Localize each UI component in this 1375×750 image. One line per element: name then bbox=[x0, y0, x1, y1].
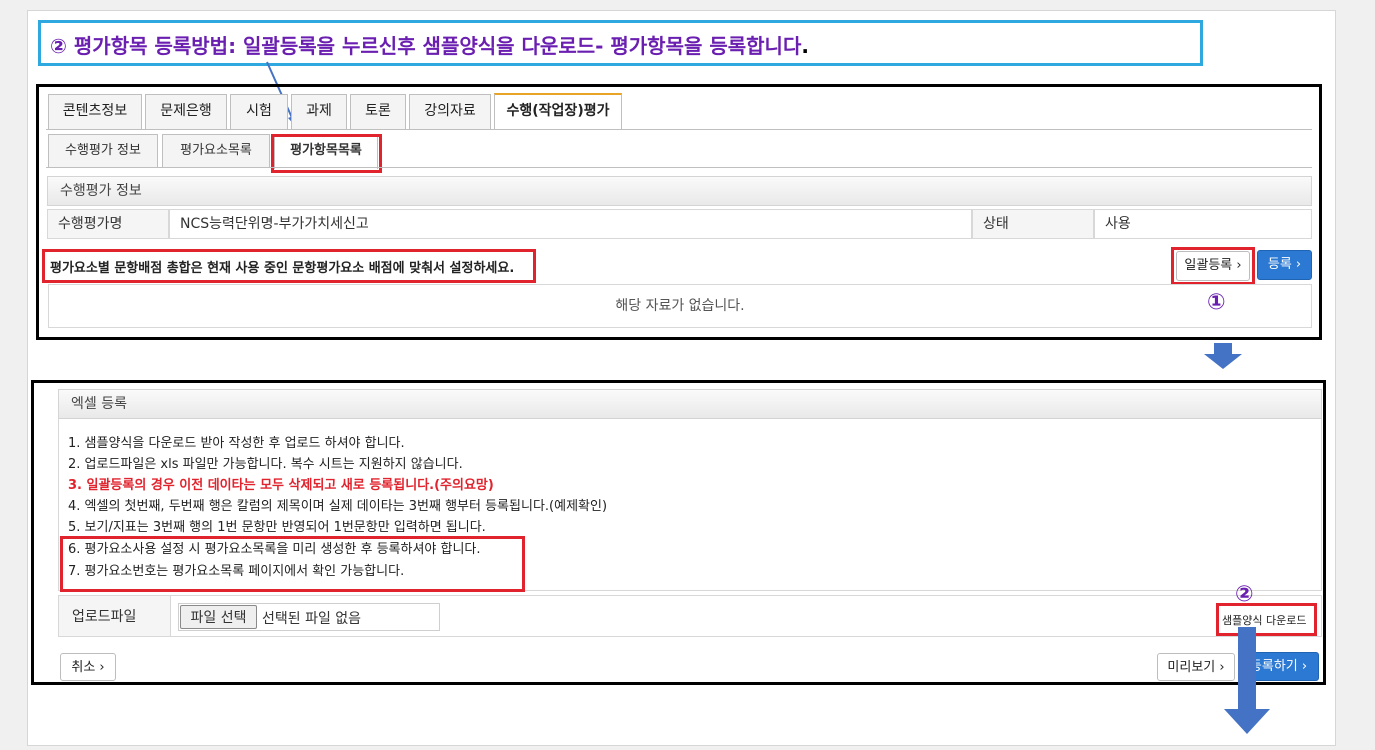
subtab-element-list[interactable]: 평가요소목록 bbox=[162, 134, 270, 168]
callout-message: 평가항목 등록방법: 일괄등록을 누르신후 샘플양식을 다운로드- 평가항목을 … bbox=[73, 34, 802, 58]
flow-down-arrow-long bbox=[1224, 627, 1270, 734]
tab-content-info[interactable]: 콘텐츠정보 bbox=[48, 94, 142, 129]
tab-question-bank[interactable]: 문제은행 bbox=[145, 94, 227, 129]
evaluation-name-value: NCS능력단위명-부가가치세신고 bbox=[169, 209, 972, 239]
evaluation-name-label: 수행평가명 bbox=[47, 209, 169, 239]
tab-lecture-materials[interactable]: 강의자료 bbox=[409, 94, 491, 129]
subtab-underline bbox=[46, 167, 1312, 168]
instruction-callout-text: ② 평가항목 등록방법: 일괄등록을 누르신후 샘플양식을 다운로드- 평가항목… bbox=[50, 30, 809, 59]
guide-line-5: 5. 보기/지표는 3번째 행의 1번 문항만 반영되어 1번문항만 입력하면 … bbox=[68, 520, 486, 535]
highlight-notice bbox=[42, 249, 536, 283]
excel-register-header: 엑셀 등록 bbox=[58, 389, 1322, 419]
tab-assignment[interactable]: 과제 bbox=[291, 94, 347, 129]
upload-file-label: 업로드파일 bbox=[72, 609, 137, 625]
highlight-guides-6-7 bbox=[60, 536, 525, 592]
guide-line-4: 4. 엑셀의 첫번째, 두번째 행은 칼럼의 제목이며 실제 데이타는 3번째 … bbox=[68, 499, 608, 514]
guide-line-3-warning: 3. 일괄등록의 경우 이전 데이타는 모두 삭제되고 새로 등록됩니다.(주의… bbox=[68, 478, 494, 493]
callout-circle-number: ② bbox=[50, 34, 67, 58]
highlight-bulk-register bbox=[1171, 247, 1255, 285]
step-marker-one: ① bbox=[1207, 290, 1226, 315]
tab-performance-evaluation[interactable]: 수행(작업장)평가 bbox=[494, 93, 622, 129]
status-label: 상태 bbox=[972, 209, 1094, 239]
register-button[interactable]: 등록 › bbox=[1257, 250, 1312, 280]
callout-period: . bbox=[801, 34, 809, 58]
guide-line-1: 1. 샘플양식을 다운로드 받아 작성한 후 업로드 하셔야 합니다. bbox=[68, 436, 405, 451]
tab-underline bbox=[46, 129, 1312, 130]
status-value: 사용 bbox=[1094, 209, 1312, 239]
cancel-button[interactable]: 취소 › bbox=[60, 653, 116, 681]
file-status-text: 선택된 파일 없음 bbox=[262, 611, 362, 627]
choose-file-button[interactable]: 파일 선택 bbox=[180, 605, 257, 629]
tab-discussion[interactable]: 토론 bbox=[350, 94, 406, 129]
flow-down-arrow bbox=[1204, 343, 1242, 369]
guide-line-2: 2. 업로드파일은 xls 파일만 가능합니다. 복수 시트는 지원하지 않습니… bbox=[68, 457, 463, 472]
tab-exam[interactable]: 시험 bbox=[230, 94, 288, 129]
subtab-performance-info[interactable]: 수행평가 정보 bbox=[48, 134, 158, 168]
performance-info-section-header: 수행평가 정보 bbox=[47, 176, 1312, 206]
empty-list-message: 해당 자료가 없습니다. bbox=[48, 284, 1312, 328]
